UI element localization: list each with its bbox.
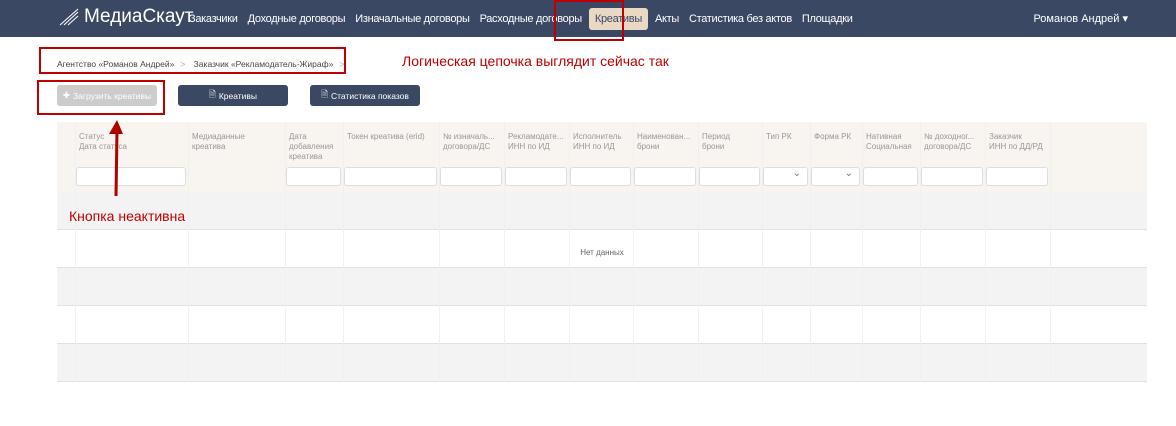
- column-filter-input[interactable]: [570, 167, 631, 186]
- table-row: [57, 306, 1147, 344]
- column-divider: [1050, 122, 1051, 382]
- column-divider: [633, 122, 634, 382]
- creatives-label: Креативы: [218, 90, 258, 101]
- column-divider: [75, 122, 76, 382]
- main-menu: Заказчики Доходные договоры Изначальные до…: [186, 0, 860, 37]
- nav-item[interactable]: Доходные договоры: [245, 9, 349, 29]
- stats-button[interactable]: 🗎 Статистика показов: [310, 85, 420, 106]
- column-divider: [810, 122, 811, 382]
- column-header[interactable]: Наименован... брони: [637, 132, 696, 152]
- column-filter-input[interactable]: [505, 167, 567, 186]
- column-divider: [439, 122, 440, 382]
- column-filter-input[interactable]: [921, 167, 983, 186]
- column-filter-input[interactable]: [986, 167, 1048, 186]
- column-divider: [343, 122, 344, 382]
- stats-label: Статистика показов: [330, 90, 409, 101]
- column-filter-input[interactable]: [634, 167, 696, 186]
- column-divider: [920, 122, 921, 382]
- column-header[interactable]: Токен креатива (erid): [347, 132, 437, 142]
- annotation-inactive: Кнопка неактивна: [69, 208, 186, 224]
- logo-icon: [59, 8, 79, 26]
- table-row: [57, 268, 1147, 306]
- nav-item[interactable]: Статистика без актов: [686, 9, 795, 29]
- nav-item[interactable]: Площадки: [799, 9, 856, 29]
- column-header[interactable]: Период брони: [702, 132, 760, 152]
- column-divider: [569, 122, 570, 382]
- column-divider: [862, 122, 863, 382]
- annotation-chain: Логическая цепочка выглядит сейчас так: [402, 53, 669, 69]
- annotation-box-button: [37, 80, 165, 115]
- column-filter-input[interactable]: [286, 167, 341, 186]
- creatives-button[interactable]: 🗎 Креативы: [178, 85, 288, 106]
- table-header: Статус Дата статуса Медиаданные креатива Д…: [57, 122, 1147, 192]
- column-filter-select[interactable]: [763, 167, 808, 186]
- column-divider: [762, 122, 763, 382]
- nav-item[interactable]: Заказчики: [186, 9, 241, 29]
- table-row: [57, 192, 1147, 230]
- logo[interactable]: МедиаСкаут: [58, 6, 193, 28]
- column-header[interactable]: Тип РК: [766, 132, 808, 142]
- column-filter-input[interactable]: [863, 167, 918, 186]
- annotation-arrow: [109, 120, 123, 197]
- column-header[interactable]: Форма РК: [814, 132, 860, 142]
- logo-text: МедиаСкаут: [84, 6, 194, 27]
- column-header[interactable]: Медиаданные креатива: [192, 132, 283, 152]
- column-header[interactable]: № доходног... договора/ДС: [924, 132, 983, 152]
- column-header[interactable]: Исполнитель ИНН по ИД: [573, 132, 631, 152]
- table-row: [57, 344, 1147, 382]
- column-filter-input[interactable]: [440, 167, 502, 186]
- column-header[interactable]: Статус Дата статуса: [79, 132, 186, 152]
- annotation-box-breadcrumb: [39, 47, 346, 74]
- column-header[interactable]: № изначаль... договора/ДС: [443, 132, 502, 152]
- column-divider: [188, 122, 189, 382]
- column-filter-input[interactable]: [699, 167, 760, 186]
- column-divider: [504, 122, 505, 382]
- column-header[interactable]: Нативная Социальная: [866, 132, 918, 152]
- column-filter-input[interactable]: [344, 167, 437, 186]
- user-name: Романов Андрей: [1033, 13, 1120, 25]
- nav-item[interactable]: Акты: [652, 9, 682, 29]
- column-header[interactable]: Рекламодате... ИНН по ИД: [508, 132, 567, 152]
- table-row: Нет данных: [57, 230, 1147, 268]
- column-divider: [698, 122, 699, 382]
- document-icon: 🗎: [321, 88, 328, 99]
- column-filter-select[interactable]: [811, 167, 860, 186]
- nav-item[interactable]: Изначальные договоры: [352, 9, 472, 29]
- column-header[interactable]: Дата добавления креатива: [289, 132, 341, 162]
- column-header[interactable]: Заказчик ИНН по ДД/РД: [989, 132, 1048, 152]
- column-filter-input[interactable]: [76, 167, 186, 186]
- column-divider: [285, 122, 286, 382]
- annotation-box-nav: [554, 0, 624, 41]
- user-menu[interactable]: Романов Андрей ▾: [1033, 12, 1128, 25]
- empty-message: Нет данных: [580, 248, 624, 257]
- creatives-table: Статус Дата статуса Медиаданные креатива Д…: [57, 122, 1147, 382]
- column-divider: [985, 122, 986, 382]
- document-icon: 🗎: [208, 88, 216, 99]
